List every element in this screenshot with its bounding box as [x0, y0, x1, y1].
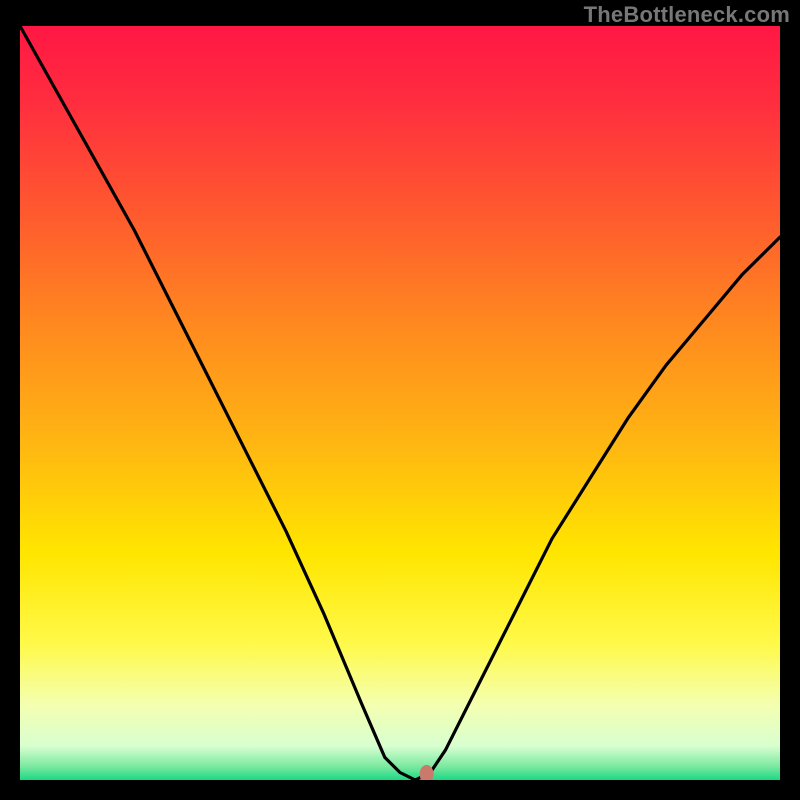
chart-frame: TheBottleneck.com [0, 0, 800, 800]
chart-plot [20, 26, 780, 780]
chart-svg [20, 26, 780, 780]
watermark-text: TheBottleneck.com [584, 2, 790, 28]
gradient-background [20, 26, 780, 780]
